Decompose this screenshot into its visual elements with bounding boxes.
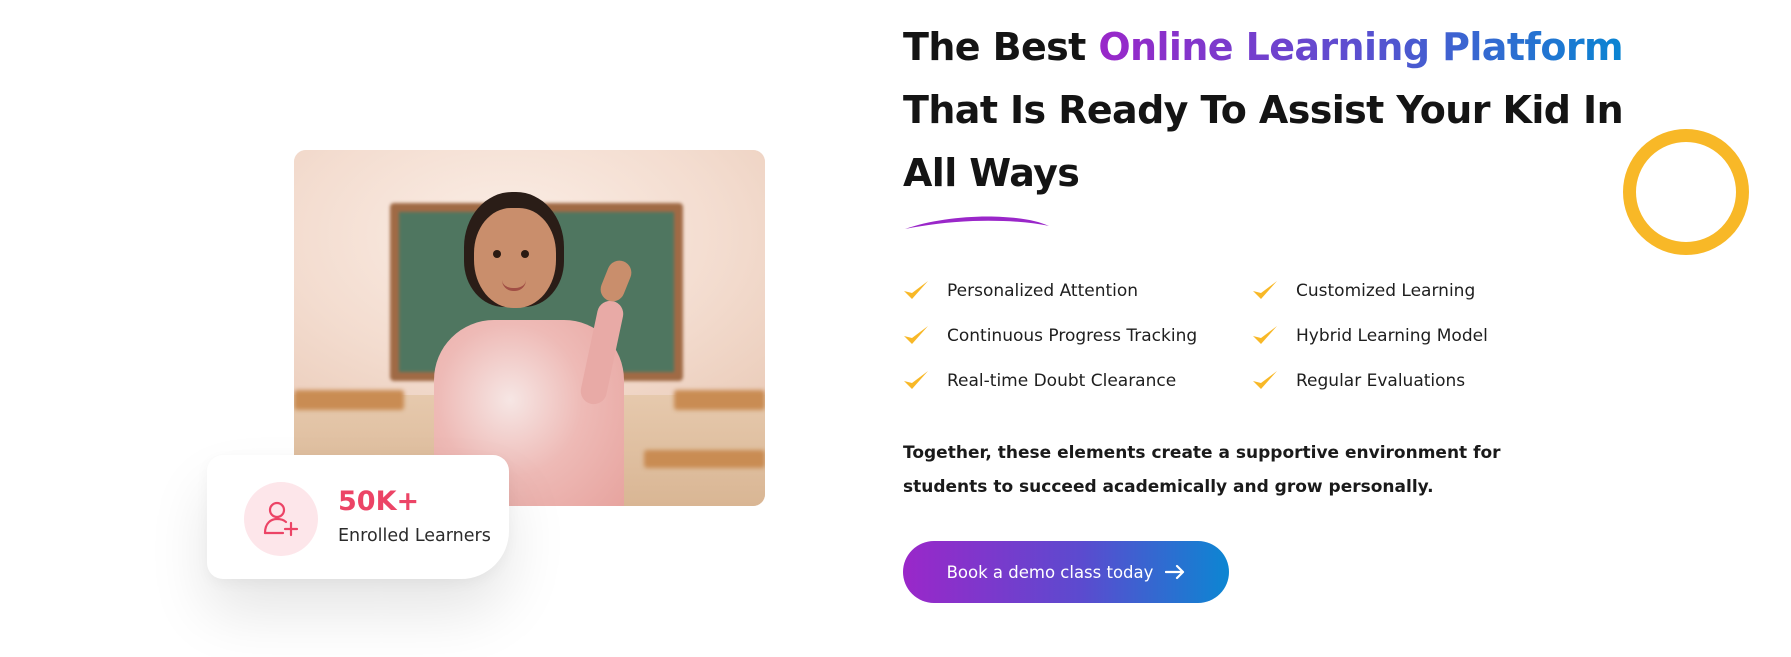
- hero-photo: [294, 150, 765, 506]
- feature-item: Regular Evaluations: [1252, 366, 1523, 396]
- learners-label: Enrolled Learners: [338, 526, 491, 546]
- feature-label: Personalized Attention: [947, 281, 1139, 301]
- girl-eye: [521, 250, 529, 258]
- brush-underline: [905, 216, 1049, 229]
- feature-item: Continuous Progress Tracking: [903, 321, 1252, 351]
- feature-label: Real-time Doubt Clearance: [947, 371, 1177, 391]
- check-icon: [904, 326, 928, 344]
- enrolled-learners-card: 50K+ Enrolled Learners: [207, 455, 509, 579]
- check-icon: [1253, 281, 1277, 299]
- feature-list: Personalized Attention Customized Learni…: [903, 276, 1523, 396]
- title-part-2: That Is Ready To Assist Your Kid In All …: [903, 88, 1624, 195]
- book-demo-label: Book a demo class today: [946, 562, 1154, 582]
- feature-item: Personalized Attention: [903, 276, 1252, 306]
- arrow-right-icon: [1165, 564, 1185, 580]
- feature-label: Continuous Progress Tracking: [947, 326, 1198, 346]
- feature-item: Customized Learning: [1252, 276, 1523, 306]
- feature-label: Customized Learning: [1296, 281, 1476, 301]
- title-part-1: The Best: [903, 25, 1099, 69]
- feature-item: Hybrid Learning Model: [1252, 321, 1523, 351]
- feature-label: Regular Evaluations: [1296, 371, 1466, 391]
- add-user-icon: [263, 501, 299, 537]
- check-icon: [904, 371, 928, 389]
- page-title: The Best Online Learning Platform That I…: [903, 16, 1663, 205]
- photo-desk: [294, 390, 404, 410]
- decorative-ring: [1623, 129, 1749, 255]
- learners-count: 50K+: [338, 486, 420, 517]
- book-demo-button[interactable]: Book a demo class today: [903, 541, 1229, 603]
- description: Together, these elements create a suppor…: [903, 443, 1501, 497]
- photo-desk: [644, 450, 765, 468]
- girl-face: [474, 208, 556, 308]
- title-highlight: Online Learning Platform: [1098, 25, 1623, 69]
- check-icon: [1253, 326, 1277, 344]
- photo-desk: [674, 390, 765, 410]
- girl-eye: [493, 250, 501, 258]
- stat-badge: [244, 482, 318, 556]
- feature-label: Hybrid Learning Model: [1296, 326, 1488, 346]
- feature-item: Real-time Doubt Clearance: [903, 366, 1252, 396]
- check-icon: [1253, 371, 1277, 389]
- check-icon: [904, 281, 928, 299]
